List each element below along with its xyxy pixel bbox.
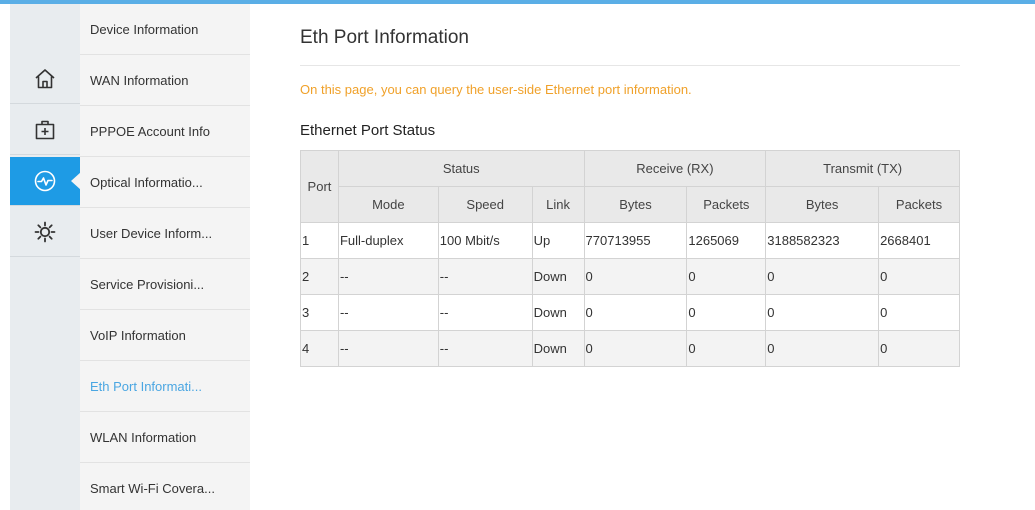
header-mode: Mode [337,186,439,223]
heartbeat-monitor-icon [34,170,56,192]
cell-link: Down [531,258,585,295]
cell-tx-packets: 2668401 [878,222,960,259]
header-tx-bytes: Bytes [765,186,880,223]
header-transmit: Transmit (TX) [765,150,960,187]
cell-mode: -- [337,330,439,367]
cell-tx-bytes: 0 [765,258,880,295]
section-title: Ethernet Port Status [300,122,436,139]
cell-speed: -- [437,330,533,367]
cell-rx-bytes: 0 [583,330,688,367]
cell-link: Down [531,330,585,367]
cell-rx-packets: 1265069 [686,222,767,259]
cell-port: 1 [300,222,339,259]
cell-speed: -- [437,258,533,295]
table-row: 4 -- -- Down 0 0 0 0 [300,330,960,367]
cell-port: 4 [300,330,339,367]
table-group-header-row: Port Status Receive (RX) Transmit (TX) [300,150,960,223]
submenu-item-wan-information[interactable]: WAN Information [80,55,250,106]
cell-rx-packets: 0 [686,294,767,331]
header-rx-bytes: Bytes [583,186,688,223]
cell-link: Up [531,222,585,259]
header-receive: Receive (RX) [583,150,767,187]
cell-tx-bytes: 3188582323 [765,222,880,259]
submenu-item-service-provisioning[interactable]: Service Provisioni... [80,259,250,310]
submenu-item-device-information[interactable]: Device Information [80,4,250,55]
status-nav-button[interactable] [10,157,81,206]
submenu: Device Information WAN Information PPPOE… [80,4,250,510]
cell-rx-packets: 0 [686,258,767,295]
table-sub-header-row: Mode Speed Link Bytes Packets Bytes Pack… [301,186,960,223]
cell-rx-bytes: 0 [583,294,688,331]
icon-rail [10,4,81,510]
maintenance-nav-button[interactable] [10,106,80,155]
cell-port: 2 [300,258,339,295]
header-link: Link [531,186,585,223]
page-title: Eth Port Information [300,27,469,48]
header-speed: Speed [437,186,533,223]
cell-rx-bytes: 770713955 [583,222,688,259]
cell-tx-packets: 0 [878,330,960,367]
header-status: Status [337,150,585,187]
eth-port-status-table: Port Status Receive (RX) Transmit (TX) M… [300,150,960,367]
page-description: On this page, you can query the user-sid… [300,82,692,97]
cell-rx-packets: 0 [686,330,767,367]
home-nav-button[interactable] [10,55,80,104]
cell-speed: -- [437,294,533,331]
cell-mode: Full-duplex [337,222,439,259]
first-aid-box-icon [35,120,55,140]
cell-mode: -- [337,294,439,331]
cell-rx-bytes: 0 [583,258,688,295]
gear-icon [34,221,56,243]
submenu-item-eth-port-information[interactable]: Eth Port Informati... [80,361,250,412]
submenu-item-wlan-information[interactable]: WLAN Information [80,412,250,463]
submenu-item-voip-information[interactable]: VoIP Information [80,310,250,361]
header-port: Port [300,150,339,223]
cell-tx-bytes: 0 [765,294,880,331]
header-rx-packets: Packets [686,186,767,223]
settings-nav-button[interactable] [10,208,80,257]
submenu-item-pppoe-account-info[interactable]: PPPOE Account Info [80,106,250,157]
table-row: 3 -- -- Down 0 0 0 0 [300,294,960,331]
cell-link: Down [531,294,585,331]
table-row: 1 Full-duplex 100 Mbit/s Up 770713955 12… [300,222,960,259]
submenu-item-optical-information[interactable]: Optical Informatio... [80,157,250,208]
cell-port: 3 [300,294,339,331]
cell-tx-bytes: 0 [765,330,880,367]
cell-tx-packets: 0 [878,294,960,331]
cell-tx-packets: 0 [878,258,960,295]
title-divider [300,65,960,66]
submenu-item-smart-wifi-coverage[interactable]: Smart Wi-Fi Covera... [80,463,250,510]
home-icon [35,69,55,89]
submenu-item-user-device-information[interactable]: User Device Inform... [80,208,250,259]
cell-speed: 100 Mbit/s [437,222,533,259]
cell-mode: -- [337,258,439,295]
header-tx-packets: Packets [878,186,960,223]
table-row: 2 -- -- Down 0 0 0 0 [300,258,960,295]
